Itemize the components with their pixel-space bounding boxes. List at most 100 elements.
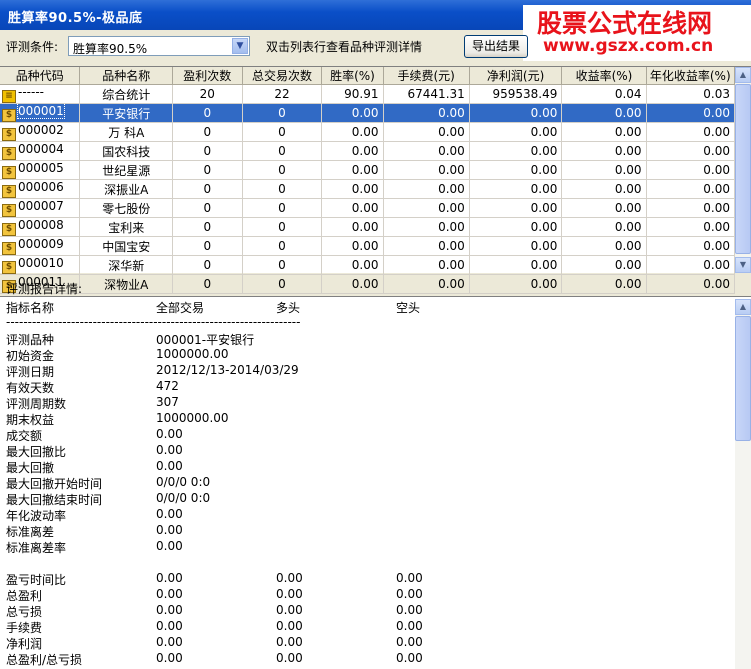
summary-icon: ≡ [2,90,16,103]
column-header[interactable]: 净利润(元) [469,67,563,85]
results-grid: 品种代码 品种名称 盈利次数 总交易次数 胜率(%) 手续费(元) 净利润(元) 收益率(%)… [0,66,751,294]
metric-name: 有效天数 [6,381,55,395]
cell-annual: 0.00 [646,255,736,275]
cell-total: 0 [242,179,323,199]
table-row[interactable]: $000006 深振业A 0 0 0.00 0.00 0.00 0.00 0.00 [0,179,736,199]
column-header[interactable]: 盈利次数 [172,67,243,85]
stock-code: 000002 [18,123,64,137]
report-separator: ----------------------------------------… [6,315,301,329]
cell-fee: 0.00 [383,122,470,142]
cell-profit: 0.00 [469,179,563,199]
cell-total: 22 [242,84,323,104]
metric-value-long: 0.00 [276,651,303,665]
cell-annual: 0.00 [646,236,736,256]
metric-name: 手续费 [6,621,43,635]
cell-fee: 0.00 [383,160,470,180]
cell-name: 平安银行 [79,103,174,123]
cell-winrate: 0.00 [321,122,384,142]
cell-code: $000004 [0,141,81,161]
report-scrollbar[interactable]: ▲ [735,299,751,669]
cell-total: 0 [242,274,323,294]
cell-total: 0 [242,122,323,142]
metric-name: 最大回撤比 [6,445,67,459]
cell-fee: 0.00 [383,141,470,161]
metric-name: 年化波动率 [6,509,67,523]
column-header[interactable]: 收益率(%) [561,67,647,85]
cell-wins: 0 [172,160,243,180]
table-row[interactable]: $000008 宝利来 0 0 0.00 0.00 0.00 0.00 0.00 [0,217,736,237]
scroll-down-icon[interactable]: ▼ [735,257,751,273]
stock-code: 000008 [18,218,64,232]
table-row[interactable]: ≡ ------ 综合统计 20 22 90.91 67441.31 959538.49 0.0… [0,84,736,104]
stock-code: ------ [18,85,44,99]
cell-profit: 0.00 [469,217,563,237]
stock-code: 000004 [18,142,64,156]
stock-icon: $ [2,166,16,179]
metric-value-all: 2012/12/13-2014/03/29 [156,363,299,377]
metric-name: 总盈利/总亏损 [6,653,83,667]
stock-icon: $ [2,128,16,141]
table-row[interactable]: $000005 世纪星源 0 0 0.00 0.00 0.00 0.00 0.00 [0,160,736,180]
table-row[interactable]: $000009 中国宝安 0 0 0.00 0.00 0.00 0.00 0.00 [0,236,736,256]
column-header[interactable]: 品种名称 [79,67,174,85]
cell-winrate: 0.00 [321,141,384,161]
results-table: 品种代码 品种名称 盈利次数 总交易次数 胜率(%) 手续费(元) 净利润(元) 收益率(%)… [0,67,736,294]
cell-name: 深物业A [79,274,174,294]
table-body: ≡ ------ 综合统计 20 22 90.91 67441.31 959538.49 0.0… [0,84,736,294]
table-row[interactable]: $000011 深物业A 0 0 0.00 0.00 0.00 0.00 0.00 [0,274,736,294]
scroll-up-icon[interactable]: ▲ [735,67,751,83]
metric-value-short: 0.00 [396,635,423,649]
cell-wins: 0 [172,236,243,256]
export-button[interactable]: 导出结果 [464,35,528,58]
table-header: 品种代码 品种名称 盈利次数 总交易次数 胜率(%) 手续费(元) 净利润(元) 收益率(%)… [0,67,736,85]
cell-winrate: 0.00 [321,255,384,275]
column-header[interactable]: 品种代码 [0,67,81,85]
table-row[interactable]: $000002 万 科A 0 0 0.00 0.00 0.00 0.00 0.00 [0,122,736,142]
table-row[interactable]: $000007 零七股份 0 0 0.00 0.00 0.00 0.00 0.00 [0,198,736,218]
cell-profit: 959538.49 [469,84,563,104]
column-header[interactable]: 胜率(%) [321,67,384,85]
column-header[interactable]: 年化收益率(%) [646,67,736,85]
table-row[interactable]: $000004 国农科技 0 0 0.00 0.00 0.00 0.00 0.00 [0,141,736,161]
cell-fee: 0.00 [383,198,470,218]
cell-code: ≡ ------ [0,84,81,104]
grid-scroll-thumb[interactable] [735,84,751,254]
cell-wins: 0 [172,141,243,161]
report-header-metric: 指标名称 [6,301,55,315]
window-title: 胜算率90.5%-极品底 [8,11,143,26]
metric-value-long: 0.00 [276,635,303,649]
cell-wins: 0 [172,217,243,237]
cell-total: 0 [242,103,323,123]
metric-name: 最大回撤 [6,461,55,475]
report-scroll-thumb[interactable] [735,316,751,441]
cell-annual: 0.00 [646,274,736,294]
cell-profit: 0.00 [469,103,563,123]
metric-name: 成交额 [6,429,43,443]
hint-text: 双击列表行查看品种评测详情 [266,40,423,54]
column-header[interactable]: 手续费(元) [383,67,470,85]
cell-fee: 0.00 [383,179,470,199]
condition-select[interactable]: 胜算率90.5% ▼ [68,36,250,56]
cell-code: $000006 [0,179,81,199]
column-header[interactable]: 总交易次数 [242,67,323,85]
metric-name: 净利润 [6,637,43,651]
cell-winrate: 0.00 [321,103,384,123]
cell-wins: 0 [172,122,243,142]
metric-value-all: 0.00 [156,635,183,649]
cell-profit: 0.00 [469,122,563,142]
scroll-up-icon[interactable]: ▲ [735,299,751,315]
chevron-down-icon[interactable]: ▼ [232,38,248,54]
metric-value-all: 0.00 [156,459,183,473]
cell-profit: 0.00 [469,255,563,275]
grid-scrollbar[interactable]: ▲ ▼ [735,67,751,273]
cell-code: $000007 [0,198,81,218]
metric-value-all: 0.00 [156,587,183,601]
cell-winrate: 0.00 [321,274,384,294]
table-row[interactable]: $000001 平安银行 0 0 0.00 0.00 0.00 0.00 0.00 [0,103,736,123]
cell-annual: 0.00 [646,217,736,237]
table-row[interactable]: $000010 深华新 0 0 0.00 0.00 0.00 0.00 0.00 [0,255,736,275]
cell-total: 0 [242,141,323,161]
cell-code: $000002 [0,122,81,142]
cell-name: 世纪星源 [79,160,174,180]
stock-icon: $ [2,204,16,217]
